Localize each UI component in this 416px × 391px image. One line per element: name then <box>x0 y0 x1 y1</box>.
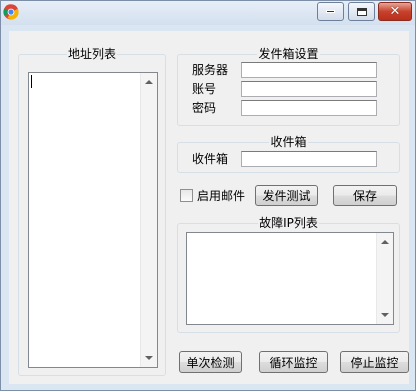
address-list-scrollbar[interactable] <box>140 73 157 367</box>
stop-monitor-button[interactable]: 停止监控 <box>340 351 409 373</box>
scroll-down-arrow-icon[interactable] <box>381 313 389 317</box>
address-listbox[interactable] <box>28 72 158 368</box>
title-bar[interactable]: ✕ <box>1 1 415 25</box>
single-check-button[interactable]: 单次检测 <box>179 351 242 373</box>
enable-mail-checkbox[interactable] <box>180 189 193 202</box>
close-button[interactable]: ✕ <box>378 2 412 21</box>
scroll-up-arrow-icon[interactable] <box>381 240 389 244</box>
address-list-title: 地址列表 <box>66 47 117 61</box>
inbox-label: 收件箱 <box>192 152 229 166</box>
fault-ip-title: 故障IP列表 <box>258 216 319 230</box>
account-label: 账号 <box>192 82 217 96</box>
password-input[interactable] <box>241 100 377 116</box>
password-label: 密码 <box>192 101 217 115</box>
inbox-input[interactable] <box>241 151 377 167</box>
fault-ip-scrollbar[interactable] <box>376 233 393 324</box>
account-input[interactable] <box>241 81 377 97</box>
maximize-icon <box>356 7 367 16</box>
sender-settings-title: 发件箱设置 <box>257 47 320 61</box>
server-input[interactable] <box>241 62 377 78</box>
minimize-icon <box>326 10 335 13</box>
main-window: ✕ 地址列表 发件箱设置 服务器 账号 密码 收件箱 收件箱 启用邮件 发件测试… <box>0 0 416 391</box>
scroll-up-arrow-icon[interactable] <box>145 80 153 84</box>
close-icon: ✕ <box>389 4 401 19</box>
server-label: 服务器 <box>192 63 229 77</box>
address-list-group: 地址列表 <box>18 47 166 376</box>
fault-ip-listbox[interactable] <box>186 232 394 325</box>
save-button[interactable]: 保存 <box>333 185 397 206</box>
inbox-title: 收件箱 <box>269 135 308 149</box>
chrome-logo-icon <box>3 4 19 20</box>
inbox-group: 收件箱 收件箱 <box>177 135 400 173</box>
fault-ip-group: 故障IP列表 <box>177 216 400 333</box>
enable-mail-label[interactable]: 启用邮件 <box>197 189 245 203</box>
maximize-button[interactable] <box>348 2 375 21</box>
scroll-down-arrow-icon[interactable] <box>145 356 153 360</box>
send-test-button[interactable]: 发件测试 <box>255 185 318 206</box>
minimize-button[interactable] <box>317 2 344 21</box>
text-caret <box>31 75 32 88</box>
sender-settings-group: 发件箱设置 服务器 账号 密码 <box>177 47 400 126</box>
client-area: 地址列表 发件箱设置 服务器 账号 密码 收件箱 收件箱 启用邮件 发件测试 保… <box>9 31 409 384</box>
loop-monitor-button[interactable]: 循环监控 <box>259 351 328 373</box>
